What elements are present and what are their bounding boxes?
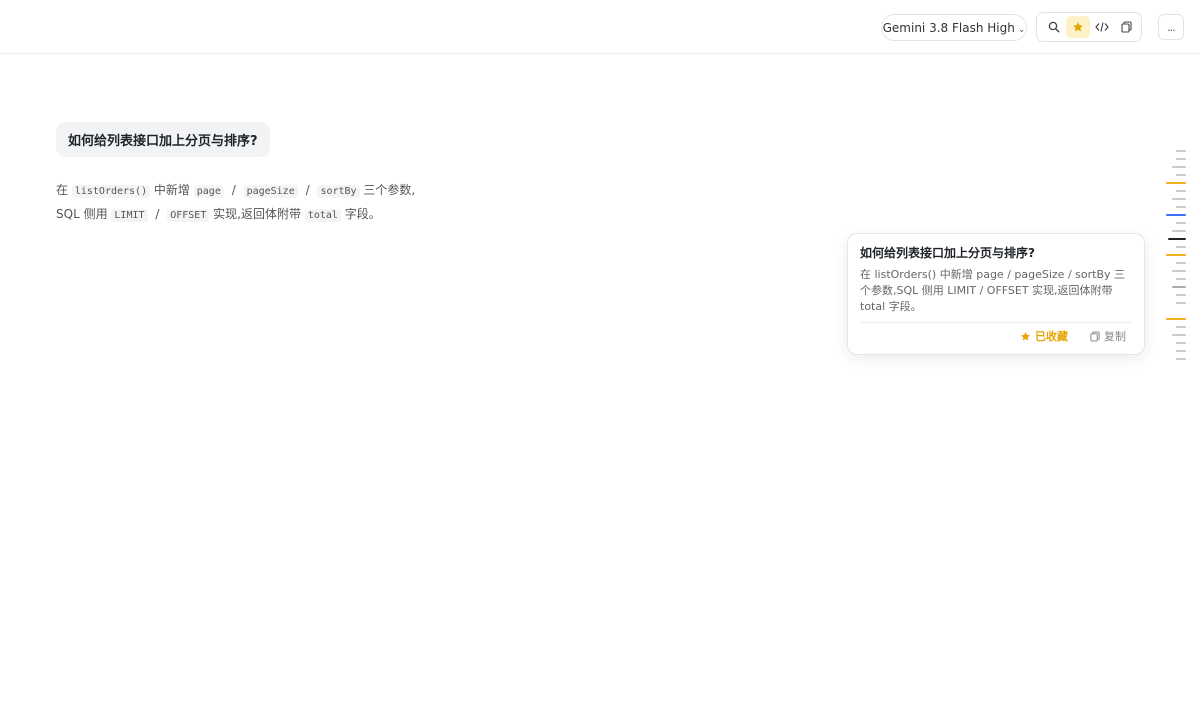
toolbar-group: [1036, 12, 1142, 42]
minimap-tick[interactable]: [1172, 286, 1186, 288]
minimap-tick-starred[interactable]: [1166, 182, 1186, 184]
minimap-tick[interactable]: [1176, 326, 1186, 328]
minimap-tick-active[interactable]: [1166, 214, 1186, 216]
minimap-tick[interactable]: [1176, 150, 1186, 152]
assistant-answer: 在 listOrders() 中新增 page / pageSize / sor…: [56, 179, 415, 227]
separator-text: /: [305, 183, 310, 197]
minimap-tick[interactable]: [1176, 350, 1186, 352]
inline-code: sortBy: [317, 185, 360, 198]
question-text: 如何给列表接口加上分页与排序?: [68, 134, 258, 149]
minimap-tick[interactable]: [1176, 262, 1186, 264]
minimap-tick[interactable]: [1176, 278, 1186, 280]
answer-text: SQL 侧用: [56, 207, 108, 221]
minimap-tick[interactable]: [1176, 302, 1186, 304]
more-options-button[interactable]: ...: [1158, 14, 1184, 40]
top-bar: Gemini 3.8 Flash High ⌄ ...: [0, 0, 1200, 54]
star-icon: [1073, 22, 1083, 32]
code-view-button[interactable]: [1090, 16, 1114, 38]
minimap-tick[interactable]: [1176, 206, 1186, 208]
inline-code: listOrders(): [71, 185, 151, 198]
minimap-tick[interactable]: [1176, 174, 1186, 176]
minimap-tick[interactable]: [1172, 198, 1186, 200]
inline-code: pageSize: [243, 185, 298, 198]
copy-message-button[interactable]: 复制: [1090, 328, 1126, 344]
bookmark-button[interactable]: [1066, 16, 1090, 38]
preview-actions: 已收藏 复制: [860, 323, 1132, 349]
preview-body: 在 listOrders() 中新增 page / pageSize / sor…: [860, 268, 1125, 313]
minimap-tick[interactable]: [1176, 342, 1186, 344]
answer-text: 中新增: [153, 183, 190, 197]
minimap-tick[interactable]: [1172, 270, 1186, 272]
inline-code: LIMIT: [111, 209, 148, 222]
ellipsis-icon: ...: [1167, 20, 1175, 34]
answer-text: 字段。: [344, 207, 381, 221]
inline-code: OFFSET: [167, 209, 210, 222]
starred-label: 已收藏: [1035, 330, 1068, 343]
starred-button[interactable]: 已收藏: [1020, 328, 1068, 344]
conversation-minimap[interactable]: [1160, 148, 1190, 362]
answer-line-2: SQL 侧用 LIMIT / OFFSET 实现,返回体附带 total 字段。: [56, 203, 415, 227]
minimap-tick-starred[interactable]: [1166, 318, 1186, 320]
copy-icon: [1120, 21, 1132, 33]
minimap-tick-current[interactable]: [1168, 238, 1186, 240]
chevron-down-icon: ⌄: [1017, 24, 1026, 35]
minimap-tick[interactable]: [1172, 334, 1186, 336]
preview-title: 如何给列表接口加上分页与排序?: [860, 246, 1035, 260]
minimap-tick[interactable]: [1176, 246, 1186, 248]
inline-code: page: [193, 185, 224, 198]
minimap-tick[interactable]: [1176, 222, 1186, 224]
separator-text: /: [231, 183, 236, 197]
user-question-bubble: 如何给列表接口加上分页与排序?: [56, 122, 270, 157]
search-icon: [1048, 21, 1060, 33]
search-button[interactable]: [1042, 16, 1066, 38]
answer-text: 在: [56, 183, 69, 197]
minimap-tick[interactable]: [1172, 230, 1186, 232]
inline-code: total: [304, 209, 341, 222]
code-icon: [1095, 22, 1109, 32]
minimap-tick[interactable]: [1172, 166, 1186, 168]
answer-text: 三个参数,: [363, 183, 416, 197]
model-selector[interactable]: Gemini 3.8 Flash High ⌄: [881, 14, 1027, 41]
copy-label: 复制: [1104, 330, 1126, 343]
separator-text: /: [155, 207, 160, 221]
answer-line-1: 在 listOrders() 中新增 page / pageSize / sor…: [56, 179, 415, 203]
minimap-tick[interactable]: [1176, 358, 1186, 360]
copy-icon: [1090, 330, 1100, 342]
model-label: Gemini 3.8 Flash High: [882, 20, 1015, 35]
answer-text: 实现,返回体附带: [213, 207, 301, 221]
copy-button[interactable]: [1114, 16, 1138, 38]
star-icon: [1021, 331, 1030, 340]
minimap-tick[interactable]: [1176, 294, 1186, 296]
minimap-tick[interactable]: [1176, 190, 1186, 192]
minimap-tick[interactable]: [1176, 158, 1186, 160]
minimap-tick-starred[interactable]: [1166, 254, 1186, 256]
message-preview-card: 如何给列表接口加上分页与排序? 在 listOrders() 中新增 page …: [847, 233, 1145, 355]
